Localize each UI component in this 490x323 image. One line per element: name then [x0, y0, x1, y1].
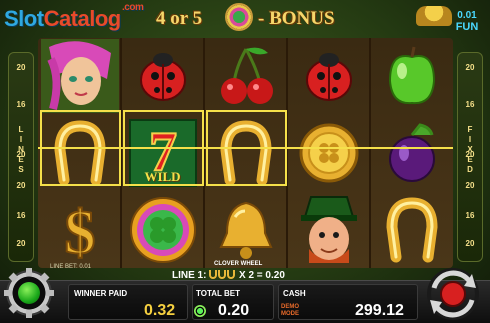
- symbol-leprechaun: [287, 192, 370, 268]
- horseshoe-icon: [209, 270, 218, 279]
- winner-paid-label: WINNER PAID: [74, 289, 128, 298]
- symbol-ladybug: [287, 38, 370, 114]
- side-word-letter: F: [467, 125, 473, 134]
- side-word-letter: I: [19, 135, 23, 144]
- slot-game: SlotCatalog .com 4 or 5 - BONUS 0.01 FUN…: [0, 0, 490, 323]
- line-bet-text: LINE BET: 0.01: [50, 264, 92, 270]
- fun-badge: 0.01 FUN: [450, 10, 484, 33]
- payline-number: 16: [16, 211, 26, 220]
- winner-paid-value: 0.32: [144, 302, 176, 319]
- bonus-banner-left: 4 or 5: [156, 8, 203, 29]
- symbol-gold-coin: [287, 115, 370, 191]
- symbol-ladybug: [121, 38, 204, 114]
- payline-number: 20: [16, 63, 26, 72]
- symbol-apple: [370, 38, 453, 114]
- demo-mode-label: DEMO MODE: [281, 304, 299, 318]
- side-word-letter: S: [18, 165, 24, 174]
- demo-line-2: MODE: [281, 311, 299, 317]
- gold-pot-icon: [416, 6, 452, 26]
- symbol-horseshoe: [370, 192, 453, 268]
- winning-cell: [40, 110, 121, 186]
- payline-number: 16: [465, 211, 475, 220]
- cash-label: CASH: [283, 289, 306, 298]
- payline-column-right: 20 16 FIXED 20 20 16 20: [457, 52, 483, 262]
- logo-suffix: .com: [122, 2, 144, 13]
- horseshoe-icon: [227, 270, 236, 279]
- winning-cell: [123, 110, 204, 186]
- logo-text-main: Slot: [4, 6, 44, 31]
- coin-icon[interactable]: [194, 305, 206, 317]
- svg-text:$: $: [64, 199, 95, 265]
- payline-number: 20: [465, 181, 475, 190]
- symbol-dollar: $: [38, 192, 121, 268]
- autoplay-button[interactable]: [18, 282, 40, 304]
- payline-number: 16: [465, 100, 475, 109]
- symbol-clover-wheel: [121, 192, 204, 268]
- payline-number: 20: [16, 150, 26, 159]
- payline-number: 20: [465, 150, 475, 159]
- cash-value: 299.12: [355, 302, 404, 319]
- site-logo: SlotCatalog .com: [4, 2, 144, 32]
- side-word-letter: I: [468, 135, 472, 144]
- side-word-letter: L: [18, 125, 24, 134]
- clover-wheel-label: CLOVER WHEEL: [214, 261, 263, 267]
- fun-label: FUN: [455, 21, 479, 33]
- symbol-plum: [370, 115, 453, 191]
- payline-number: 16: [16, 100, 26, 109]
- symbol-cherries: [204, 38, 287, 114]
- demo-line-1: DEMO: [281, 304, 299, 310]
- clover-icon: [225, 3, 253, 31]
- logo-text-accent: Catalog: [43, 6, 122, 31]
- winning-cell: [206, 110, 287, 186]
- payline-number: 20: [465, 63, 475, 72]
- symbol-fairy: [38, 38, 121, 114]
- spin-arrows-icon: [427, 268, 479, 320]
- side-word-letter: D: [467, 165, 473, 174]
- bonus-banner-right: - BONUS: [258, 8, 335, 29]
- total-bet-value: 0.20: [218, 302, 250, 319]
- total-bet-label: TOTAL BET: [196, 289, 240, 298]
- fun-value: 0.01: [457, 10, 477, 21]
- payline-column-left: 20 16 LINES 20 20 16 20: [8, 52, 34, 262]
- horseshoe-icon: [218, 270, 227, 279]
- payline-number: 20: [16, 239, 26, 248]
- spin-button[interactable]: [426, 268, 480, 320]
- payline-number: 20: [465, 239, 475, 248]
- payline-number: 20: [16, 181, 26, 190]
- symbol-bell: [204, 192, 287, 268]
